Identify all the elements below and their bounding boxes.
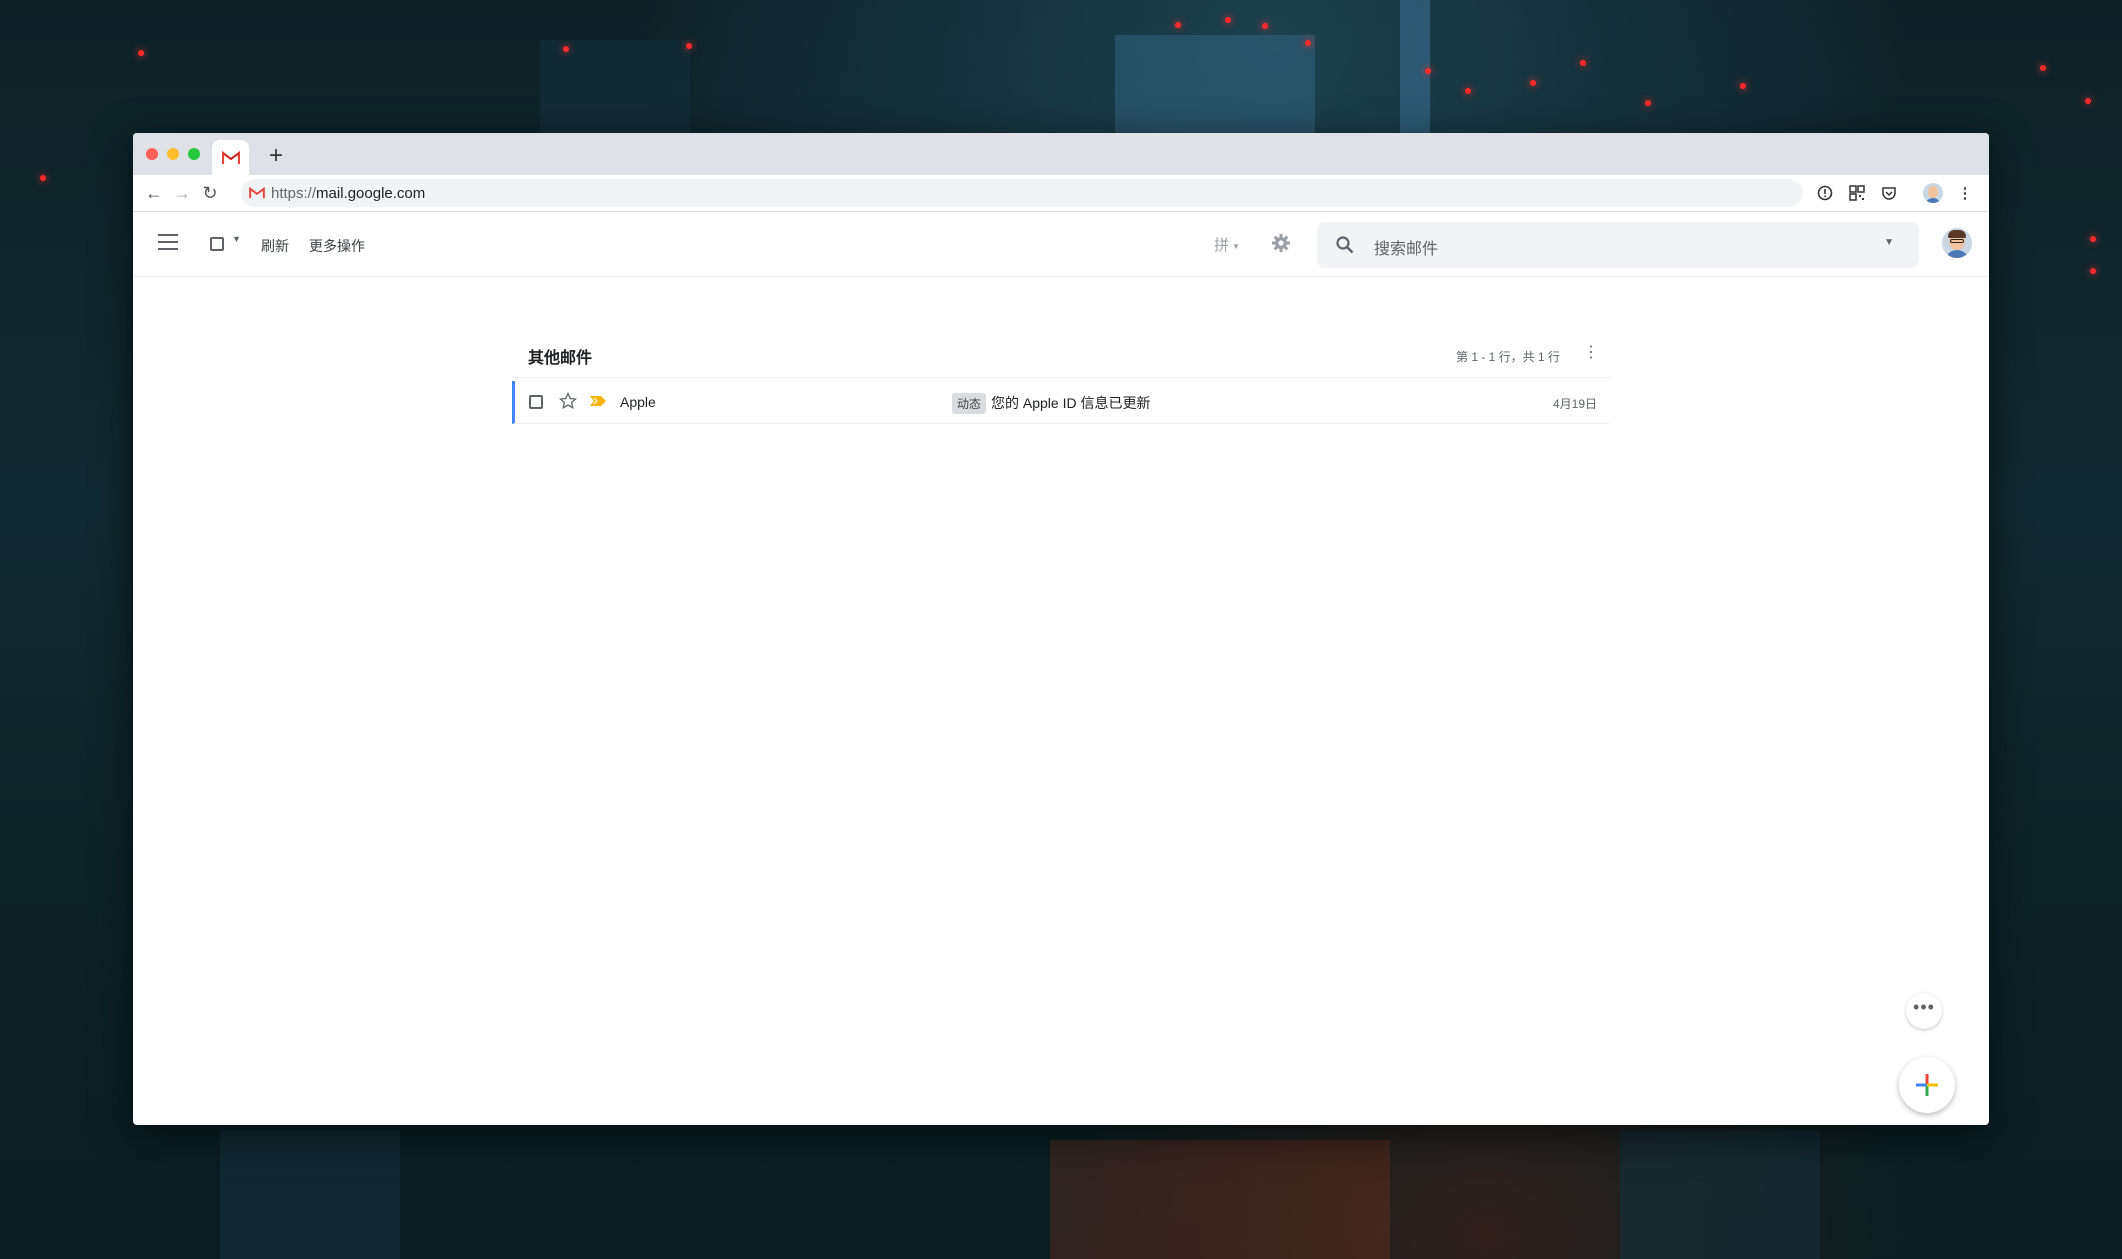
select-dropdown-button[interactable]: ▼: [232, 234, 241, 244]
back-icon: ←: [145, 182, 163, 203]
menu-dots-icon: ⋮: [1957, 185, 1973, 202]
more-horiz-icon: •••: [1913, 997, 1935, 1017]
back-button[interactable]: ←: [140, 183, 168, 204]
importance-icon: [590, 396, 606, 406]
settings-button[interactable]: [1271, 233, 1291, 258]
gmail-icon: [221, 150, 240, 164]
info-extension-button[interactable]: [1811, 175, 1839, 211]
forward-button[interactable]: →: [168, 183, 196, 204]
search-input[interactable]: 搜索邮件: [1374, 235, 1438, 259]
star-icon: [558, 391, 578, 409]
input-method-label: 拼: [1214, 237, 1230, 254]
pocket-icon: [1882, 187, 1896, 200]
close-window-button[interactable]: [146, 148, 158, 160]
window-controls: [146, 148, 200, 160]
address-toolbar: ← → ↻ https://mail.google.com ⋮: [133, 175, 1989, 212]
minimize-window-button[interactable]: [167, 148, 179, 160]
email-date: 4月19日: [1552, 397, 1597, 411]
email-subject: 您的 Apple ID 信息已更新: [991, 395, 1151, 411]
profile-icon: [1923, 183, 1943, 203]
avatar: [1942, 228, 1972, 258]
section-menu-button[interactable]: ⋮: [1583, 342, 1599, 362]
tab-gmail[interactable]: [212, 140, 249, 175]
gear-icon: [1272, 234, 1290, 252]
dropdown-icon: ▼: [1884, 237, 1894, 248]
checkbox-icon: [210, 237, 224, 251]
more-options-button[interactable]: •••: [1906, 993, 1942, 1029]
browser-menu-button[interactable]: ⋮: [1951, 175, 1979, 211]
select-all-checkbox[interactable]: [210, 237, 224, 251]
hamburger-icon: [158, 234, 178, 250]
url-field[interactable]: https://mail.google.com: [241, 179, 1803, 207]
compose-plus-icon: [1916, 1074, 1938, 1096]
maximize-window-button[interactable]: [188, 148, 200, 160]
new-tab-button[interactable]: +: [261, 141, 291, 171]
reload-button[interactable]: ↻: [196, 183, 224, 204]
main-menu-button[interactable]: [158, 234, 178, 255]
url-host: mail.google.com: [316, 184, 426, 202]
account-button[interactable]: [1942, 228, 1972, 258]
compose-button[interactable]: [1899, 1057, 1955, 1113]
reload-icon: ↻: [202, 182, 218, 203]
section-title: 其他邮件: [528, 350, 593, 367]
pagination-text: 第 1 - 1 行，共 1 行: [1456, 350, 1561, 364]
more-actions-button[interactable]: 更多操作: [309, 236, 365, 256]
refresh-button[interactable]: 刷新: [261, 236, 289, 256]
gmail-icon: [249, 187, 265, 199]
gmail-toolbar: ▼ 刷新 更多操作 拼 ▼ 搜索邮件 ▼: [133, 212, 1989, 277]
menu-dots-icon: ⋮: [1583, 344, 1599, 361]
info-icon: [1817, 185, 1833, 201]
email-row[interactable]: Apple 动态 您的 Apple ID 信息已更新 4月19日: [512, 381, 1609, 424]
dropdown-icon: ▼: [232, 234, 241, 244]
input-method-button[interactable]: 拼 ▼: [1214, 234, 1240, 255]
search-options-button[interactable]: ▼: [1884, 237, 1894, 248]
qr-extension-button[interactable]: [1843, 175, 1871, 211]
email-sender: Apple: [620, 394, 656, 410]
search-box[interactable]: 搜索邮件 ▼: [1317, 222, 1919, 268]
qr-icon: [1849, 185, 1865, 201]
email-checkbox[interactable]: [529, 395, 543, 409]
divider: [513, 377, 1610, 378]
email-category-label[interactable]: 动态: [952, 393, 987, 414]
checkbox-icon: [529, 395, 543, 409]
url-scheme: https://: [271, 184, 317, 202]
star-button[interactable]: [558, 391, 578, 415]
pocket-extension-button[interactable]: [1875, 175, 1903, 211]
forward-icon: →: [173, 182, 191, 203]
browser-window: + ← → ↻ https://mail.google.com ⋮ ▼ 刷新 更…: [133, 133, 1989, 1125]
dropdown-icon: ▼: [1232, 241, 1240, 251]
tab-bar: +: [133, 133, 1989, 175]
profile-button[interactable]: [1919, 175, 1947, 211]
search-icon: [1336, 236, 1354, 254]
importance-marker[interactable]: [589, 394, 607, 413]
